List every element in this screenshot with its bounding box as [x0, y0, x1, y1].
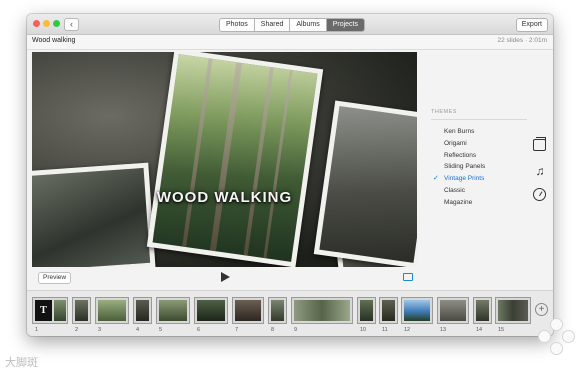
music-icon[interactable]: ♫	[533, 164, 547, 178]
filmstrip-clip[interactable]: 4	[133, 297, 152, 333]
aspect-ratio-icon[interactable]	[403, 273, 413, 281]
filmstrip-clip[interactable]: 8	[268, 297, 287, 333]
filmstrip-clip[interactable]: 15	[495, 297, 531, 333]
inspector-toolbar: ♫	[533, 137, 547, 211]
slideshow-title-text: WOOD WALKING	[156, 189, 293, 206]
themes-panel: THEMES Ken Burns Origami Reflections Sli…	[431, 109, 527, 209]
filmstrip-clip[interactable]: 2	[72, 297, 91, 333]
filmstrip-clip[interactable]: 13	[437, 297, 469, 333]
project-title: Wood walking	[32, 37, 76, 44]
title-bar: ‹ Photos Shared Albums Projects Export	[27, 14, 553, 35]
tab-projects[interactable]: Projects	[326, 19, 365, 31]
zoom-window-button[interactable]	[53, 20, 60, 27]
project-info: 22 slides · 2:01m	[497, 37, 548, 44]
export-button[interactable]: Export	[515, 18, 548, 32]
back-button[interactable]: ‹	[64, 18, 79, 31]
filmstrip-clip[interactable]: 10	[357, 297, 376, 333]
photos-app-window: ‹ Photos Shared Albums Projects Export W…	[27, 14, 553, 336]
tab-photos[interactable]: Photos	[220, 19, 255, 31]
filmstrip-clip[interactable]: 14	[473, 297, 492, 333]
close-window-button[interactable]	[33, 20, 40, 27]
filmstrip-clip[interactable]: 7	[232, 297, 264, 333]
theme-item-reflections[interactable]: Reflections	[431, 150, 527, 162]
themes-header: THEMES	[431, 109, 527, 120]
minimize-window-button[interactable]	[43, 20, 50, 27]
filmstrip: T 1 2 3 4 5 6 7 8 9 10 11 12 13 14 15 +	[27, 290, 553, 336]
filmstrip-clip[interactable]: 9	[291, 297, 353, 333]
print-photo-forest	[146, 52, 324, 267]
playback-controls: Preview	[32, 268, 417, 286]
filmstrip-clip[interactable]: T 1	[32, 297, 68, 333]
project-header: Wood walking 22 slides · 2:01m	[27, 35, 553, 50]
theme-item-ken-burns[interactable]: Ken Burns	[431, 126, 527, 138]
preview-button[interactable]: Preview	[38, 272, 72, 284]
add-slide-button[interactable]: +	[535, 303, 548, 316]
print-photo	[32, 162, 156, 267]
theme-item-vintage-prints[interactable]: ✓ Vintage Prints	[431, 173, 527, 185]
view-tabs: Photos Shared Albums Projects	[219, 18, 366, 32]
play-icon[interactable]	[221, 272, 230, 282]
checkmark-icon: ✓	[433, 175, 439, 183]
title-slide-thumb: T	[35, 300, 52, 321]
theme-item-sliding-panels[interactable]: Sliding Panels	[431, 161, 527, 173]
filmstrip-clip[interactable]: 12	[401, 297, 433, 333]
filmstrip-clip[interactable]: 6	[194, 297, 228, 333]
duration-icon[interactable]	[533, 188, 546, 201]
themes-icon[interactable]	[533, 137, 546, 151]
filmstrip-clip[interactable]: 11	[379, 297, 398, 333]
tab-shared[interactable]: Shared	[255, 19, 291, 31]
theme-item-magazine[interactable]: Magazine	[431, 197, 527, 209]
chevron-left-icon: ‹	[70, 19, 73, 29]
filmstrip-clip[interactable]: 3	[95, 297, 129, 333]
watermark-text: 大脚斑	[5, 357, 38, 369]
filmstrip-clip[interactable]: 5	[156, 297, 190, 333]
theme-item-origami[interactable]: Origami	[431, 138, 527, 150]
tab-albums[interactable]: Albums	[290, 19, 327, 31]
slideshow-viewer[interactable]: WOOD WALKING	[32, 52, 417, 267]
watermark-logo	[538, 318, 575, 355]
theme-item-classic[interactable]: Classic	[431, 185, 527, 197]
